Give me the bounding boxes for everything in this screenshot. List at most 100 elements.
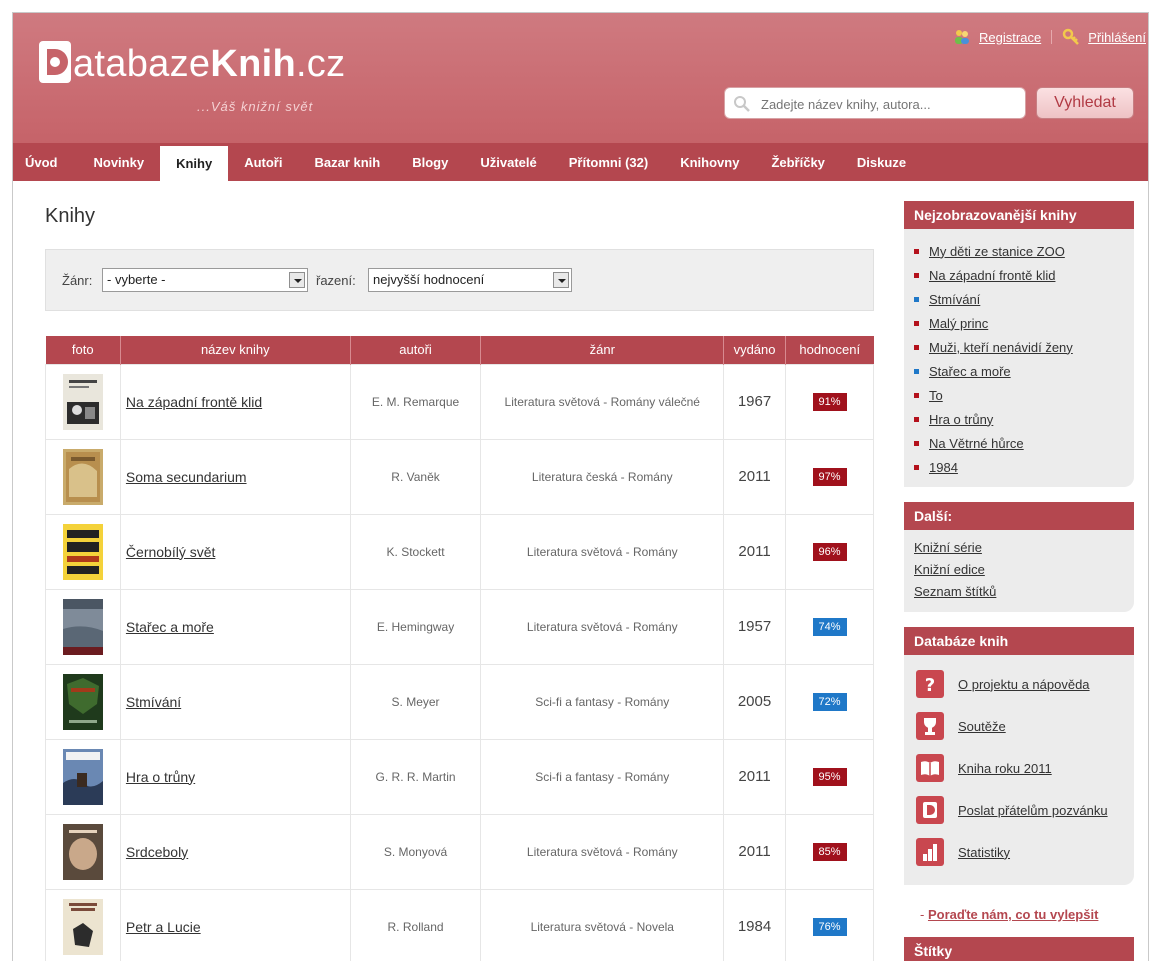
book-cover-image[interactable] <box>62 373 103 430</box>
book-cover-image[interactable] <box>62 523 103 580</box>
page-title: Knihy <box>45 205 96 227</box>
genre-select[interactable]: - vyberte - <box>102 268 308 292</box>
col-header-authors[interactable]: autoři <box>349 336 481 364</box>
search-input[interactable] <box>761 92 1019 116</box>
search-icon <box>734 96 750 112</box>
db-item-about[interactable]: ? O projektu a nápověda <box>904 663 1134 705</box>
sort-label: řazení: <box>316 273 356 288</box>
bullet-icon <box>914 296 919 302</box>
improve-link[interactable]: Poraďte nám, co tu vylepšit <box>928 907 1098 922</box>
rating-badge: 85% <box>812 842 847 861</box>
col-header-title[interactable]: název knihy <box>119 336 351 364</box>
book-title-link[interactable]: Soma secundarium <box>126 469 247 485</box>
rating-badge: 76% <box>812 917 847 936</box>
nav-item-knihovny[interactable]: Knihovny <box>664 143 755 181</box>
book-cover-image[interactable] <box>62 448 103 505</box>
title-cell: Soma secundarium <box>119 438 351 515</box>
db-item-contests-link[interactable]: Soutěže <box>958 719 1006 734</box>
genre-cell: Literatura světová - Novela <box>480 888 725 961</box>
chevron-down-icon[interactable] <box>553 272 569 288</box>
page-frame: atabazeKnih.cz ...Váš knižní svět Regist… <box>12 12 1149 961</box>
nav-item-diskuze[interactable]: Diskuze <box>841 143 922 181</box>
book-title-link[interactable]: Petr a Lucie <box>126 919 201 935</box>
author-cell[interactable]: S. Meyer <box>349 663 482 740</box>
cover-cell <box>45 738 121 815</box>
book-editions-link[interactable]: Knižní edice <box>914 562 985 577</box>
book-cover-image[interactable] <box>62 898 103 955</box>
bullet-icon <box>914 272 919 278</box>
db-item-book-of-year[interactable]: Kniha roku 2011 <box>904 747 1134 789</box>
db-item-about-link[interactable]: O projektu a nápověda <box>958 677 1090 692</box>
bullet-icon <box>914 464 919 470</box>
nav-item-bazar[interactable]: Bazar knih <box>298 143 396 181</box>
book-cover-image[interactable] <box>62 673 103 730</box>
nav-item-knihy[interactable]: Knihy <box>160 146 229 181</box>
bullet-icon <box>914 368 919 374</box>
book-cover-image[interactable] <box>62 823 103 880</box>
popular-book-link[interactable]: To <box>929 388 943 403</box>
book-cover-image[interactable] <box>62 748 103 805</box>
logo-text-part2: Knih <box>210 43 296 85</box>
author-cell[interactable]: E. M. Remarque <box>349 363 482 440</box>
col-header-genre[interactable]: žánr <box>480 336 724 364</box>
register-link[interactable]: Registrace <box>979 30 1041 45</box>
nav-item-novinky[interactable]: Novinky <box>78 143 161 181</box>
popular-book-link[interactable]: Stmívání <box>929 292 980 307</box>
chevron-down-icon[interactable] <box>289 272 305 288</box>
book-title-link[interactable]: Hra o trůny <box>126 769 195 785</box>
book-cover-image[interactable] <box>62 598 103 655</box>
nav-item-autori[interactable]: Autoři <box>228 143 298 181</box>
db-item-stats[interactable]: Statistiky <box>904 831 1134 873</box>
genre-label: Žánr: <box>62 273 93 288</box>
popular-book-link[interactable]: My děti ze stanice ZOO <box>929 244 1065 259</box>
author-cell[interactable]: G. R. R. Martin <box>349 738 482 815</box>
col-header-rating[interactable]: hodnocení <box>785 336 874 364</box>
bullet-icon <box>914 440 919 446</box>
search-box <box>724 87 1026 119</box>
cover-cell <box>45 813 121 890</box>
book-title-link[interactable]: Stařec a moře <box>126 619 214 635</box>
col-header-year[interactable]: vydáno <box>723 336 786 364</box>
db-item-book-of-year-link[interactable]: Kniha roku 2011 <box>958 761 1052 776</box>
popular-book-link[interactable]: Muži, kteří nenávidí ženy <box>929 340 1073 355</box>
sort-select-value: nejvyšší hodnocení <box>373 272 485 287</box>
genre-cell: Literatura světová - Romány <box>480 588 725 665</box>
author-cell[interactable]: K. Stockett <box>349 513 482 590</box>
rating-badge: 72% <box>812 692 847 711</box>
book-title-link[interactable]: Na západní frontě klid <box>126 394 262 410</box>
book-title-link[interactable]: Černobílý svět <box>126 544 215 560</box>
database-items: ? O projektu a nápověda Soutěže Kniha ro… <box>904 655 1134 873</box>
popular-book-link[interactable]: Na západní frontě klid <box>929 268 1055 283</box>
nav-item-pritomni[interactable]: Přítomni (32) <box>553 143 664 181</box>
db-item-stats-link[interactable]: Statistiky <box>958 845 1010 860</box>
author-cell[interactable]: R. Rolland <box>349 888 482 961</box>
book-series-link[interactable]: Knižní série <box>914 540 982 555</box>
nav-item-zebricky[interactable]: Žebříčky <box>755 143 840 181</box>
table-row: Srdceboly S. Monyová Literatura světová … <box>45 813 874 890</box>
popular-book-link[interactable]: Na Větrné hůrce <box>929 436 1024 451</box>
author-cell[interactable]: E. Hemingway <box>349 588 482 665</box>
search-button[interactable]: Vyhledat <box>1036 87 1134 119</box>
popular-book-link[interactable]: 1984 <box>929 460 958 475</box>
db-item-contests[interactable]: Soutěže <box>904 705 1134 747</box>
popular-book-link[interactable]: Hra o trůny <box>929 412 993 427</box>
tags-list-link[interactable]: Seznam štítků <box>914 584 996 599</box>
col-header-foto[interactable]: foto <box>45 336 121 364</box>
author-cell[interactable]: R. Vaněk <box>349 438 482 515</box>
title-cell: Stařec a moře <box>119 588 351 665</box>
nav-item-uvod[interactable]: Úvod <box>13 143 78 181</box>
nav-item-uzivatele[interactable]: Uživatelé <box>464 143 552 181</box>
popular-book-link[interactable]: Stařec a moře <box>929 364 1011 379</box>
book-title-link[interactable]: Stmívání <box>126 694 181 710</box>
book-title-link[interactable]: Srdceboly <box>126 844 188 860</box>
sort-select[interactable]: nejvyšší hodnocení <box>368 268 572 292</box>
db-item-invite[interactable]: Poslat přátelům pozvánku <box>904 789 1134 831</box>
title-cell: Petr a Lucie <box>119 888 351 961</box>
rating-badge: 74% <box>812 617 847 636</box>
author-cell[interactable]: S. Monyová <box>349 813 482 890</box>
popular-book-link[interactable]: Malý princ <box>929 316 988 331</box>
db-item-invite-link[interactable]: Poslat přátelům pozvánku <box>958 803 1108 818</box>
invite-icon <box>916 796 944 824</box>
nav-item-blogy[interactable]: Blogy <box>396 143 464 181</box>
login-link[interactable]: Přihlášení <box>1088 30 1146 45</box>
